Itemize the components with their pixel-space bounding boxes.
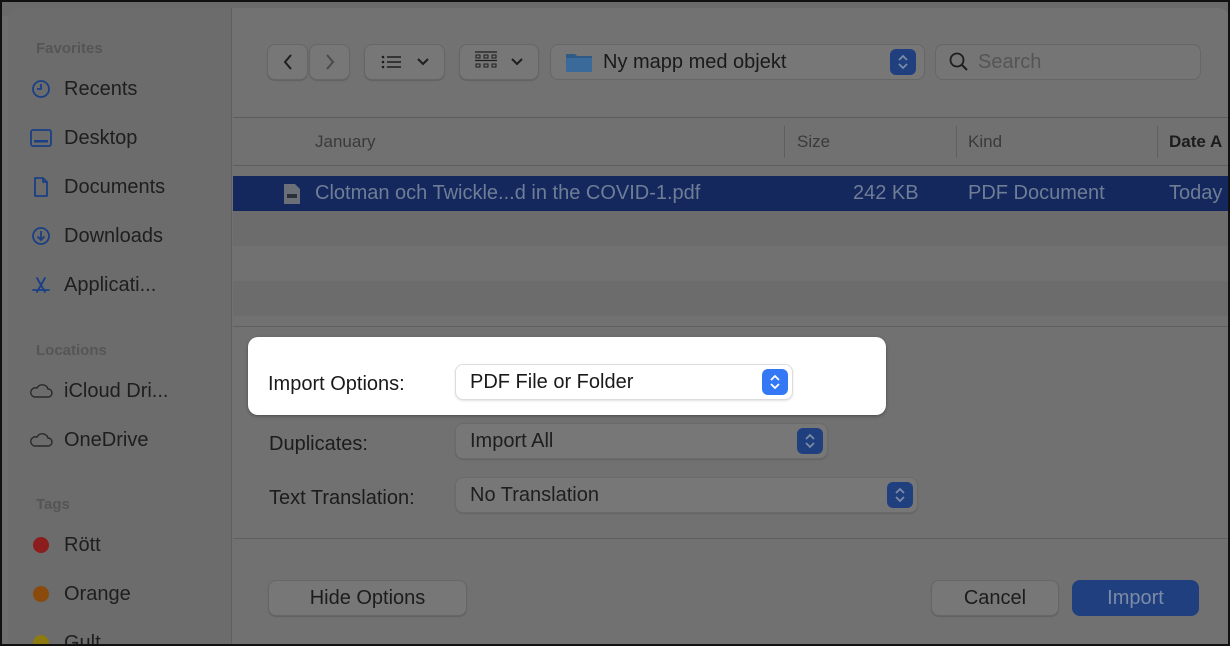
pdf-file-icon xyxy=(283,176,301,211)
chevron-left-icon xyxy=(283,54,292,70)
sidebar-item-label: Documents xyxy=(64,175,166,198)
sidebar-item-label: Gult xyxy=(64,631,101,646)
sidebar-item-tag-yellow[interactable]: Gult xyxy=(28,626,101,646)
forward-button[interactable] xyxy=(309,44,350,80)
sidebar-item-tag-orange[interactable]: Orange xyxy=(28,577,131,611)
column-header-size[interactable]: Size xyxy=(797,118,830,166)
sidebar-item-applications[interactable]: Applicati... xyxy=(28,268,156,302)
view-options-button[interactable] xyxy=(364,44,445,80)
sidebar-item-label: iCloud Dri... xyxy=(64,379,169,402)
sidebar-item-tag-red[interactable]: Rött xyxy=(28,528,101,562)
back-button[interactable] xyxy=(267,44,308,80)
grid-icon xyxy=(475,51,497,68)
column-divider xyxy=(1157,126,1158,158)
import-options-panel: Import Options: PDF File or Folder Dupli… xyxy=(233,326,1228,538)
main-pane: Ny mapp med objekt January Size Kind xyxy=(233,8,1228,644)
list-icon xyxy=(381,55,401,69)
sidebar-item-documents[interactable]: Documents xyxy=(28,170,165,204)
desktop-icon xyxy=(28,127,54,149)
file-kind: PDF Document xyxy=(968,182,1105,204)
sidebar-item-label: Downloads xyxy=(64,224,163,247)
file-row[interactable]: Clotman och Twickle...d in the COVID-1.p… xyxy=(233,176,1228,211)
text-translation-popup[interactable]: No Translation xyxy=(455,477,918,513)
file-list-header: January Size Kind Date A xyxy=(233,118,1228,166)
cloud-icon xyxy=(28,380,54,402)
sidebar-item-label: Desktop xyxy=(64,126,138,149)
duplicates-value: Import All xyxy=(470,429,554,452)
document-icon xyxy=(28,176,54,198)
sidebar-item-recents[interactable]: Recents xyxy=(28,72,137,106)
sidebar-item-label: Applicati... xyxy=(64,273,157,296)
group-button[interactable] xyxy=(459,44,539,80)
cancel-button[interactable]: Cancel xyxy=(931,580,1059,616)
chevron-down-icon xyxy=(416,58,429,66)
file-size: 242 KB xyxy=(853,182,919,204)
sidebar-item-label: Orange xyxy=(64,582,131,605)
chevron-down-icon xyxy=(511,58,523,66)
column-divider xyxy=(956,126,957,158)
open-dialog: Favorites Recents Desktop Documents Down… xyxy=(8,8,1228,646)
file-date-added: Today xyxy=(1169,182,1223,204)
import-options-highlight: Import Options: PDF File or Folder xyxy=(248,337,886,415)
toolbar: Ny mapp med objekt xyxy=(233,8,1228,118)
sidebar-section-locations: Locations xyxy=(36,342,107,359)
tag-color-dot-icon xyxy=(28,632,54,644)
sidebar-item-downloads[interactable]: Downloads xyxy=(28,219,163,253)
duplicates-popup[interactable]: Import All xyxy=(455,423,828,459)
sidebar: Favorites Recents Desktop Documents Down… xyxy=(8,8,232,646)
column-header-kind[interactable]: Kind xyxy=(968,118,1002,166)
sidebar-item-desktop[interactable]: Desktop xyxy=(28,121,137,155)
text-translation-value: No Translation xyxy=(470,483,599,506)
dialog-footer: Hide Options Cancel Import xyxy=(233,538,1228,644)
sidebar-section-favorites: Favorites xyxy=(36,40,103,57)
up-down-arrows-icon xyxy=(797,428,823,454)
up-down-arrows-icon xyxy=(890,49,916,75)
sidebar-item-label: Recents xyxy=(64,77,138,100)
import-options-label: Import Options: xyxy=(268,373,405,395)
folder-icon xyxy=(565,51,593,73)
empty-row xyxy=(233,211,1228,246)
search-input[interactable] xyxy=(978,50,1198,74)
sidebar-item-icloud-drive[interactable]: iCloud Dri... xyxy=(28,374,168,408)
import-options-popup[interactable]: PDF File or Folder xyxy=(455,364,793,400)
sidebar-item-label: Rött xyxy=(64,533,101,556)
search-field[interactable] xyxy=(935,44,1201,80)
tag-color-dot-icon xyxy=(28,583,54,605)
hide-options-button[interactable]: Hide Options xyxy=(268,580,467,616)
applications-icon xyxy=(28,274,54,296)
download-icon xyxy=(28,225,54,247)
screenshot-frame: Favorites Recents Desktop Documents Down… xyxy=(0,0,1230,646)
file-name: Clotman och Twickle...d in the COVID-1.p… xyxy=(315,182,701,204)
sidebar-item-label: OneDrive xyxy=(64,428,149,451)
duplicates-label: Duplicates: xyxy=(269,433,368,455)
cloud-icon xyxy=(28,429,54,451)
empty-row xyxy=(233,246,1228,281)
chevron-right-icon xyxy=(325,54,334,70)
empty-row xyxy=(233,281,1228,316)
sidebar-section-tags: Tags xyxy=(36,496,70,513)
search-icon xyxy=(949,52,968,71)
clock-icon xyxy=(28,78,54,100)
import-button[interactable]: Import xyxy=(1072,580,1199,616)
column-divider xyxy=(784,126,785,158)
up-down-arrows-icon xyxy=(887,482,913,508)
current-folder-name: Ny mapp med objekt xyxy=(603,50,787,73)
text-translation-label: Text Translation: xyxy=(269,487,415,509)
column-header-name[interactable]: January xyxy=(315,118,375,166)
column-header-date-added[interactable]: Date A xyxy=(1169,118,1222,166)
folder-path-popup[interactable]: Ny mapp med objekt xyxy=(550,44,925,80)
sidebar-item-onedrive[interactable]: OneDrive xyxy=(28,423,148,457)
tag-color-dot-icon xyxy=(28,534,54,556)
import-options-value: PDF File or Folder xyxy=(470,370,634,393)
up-down-arrows-icon xyxy=(762,369,788,395)
